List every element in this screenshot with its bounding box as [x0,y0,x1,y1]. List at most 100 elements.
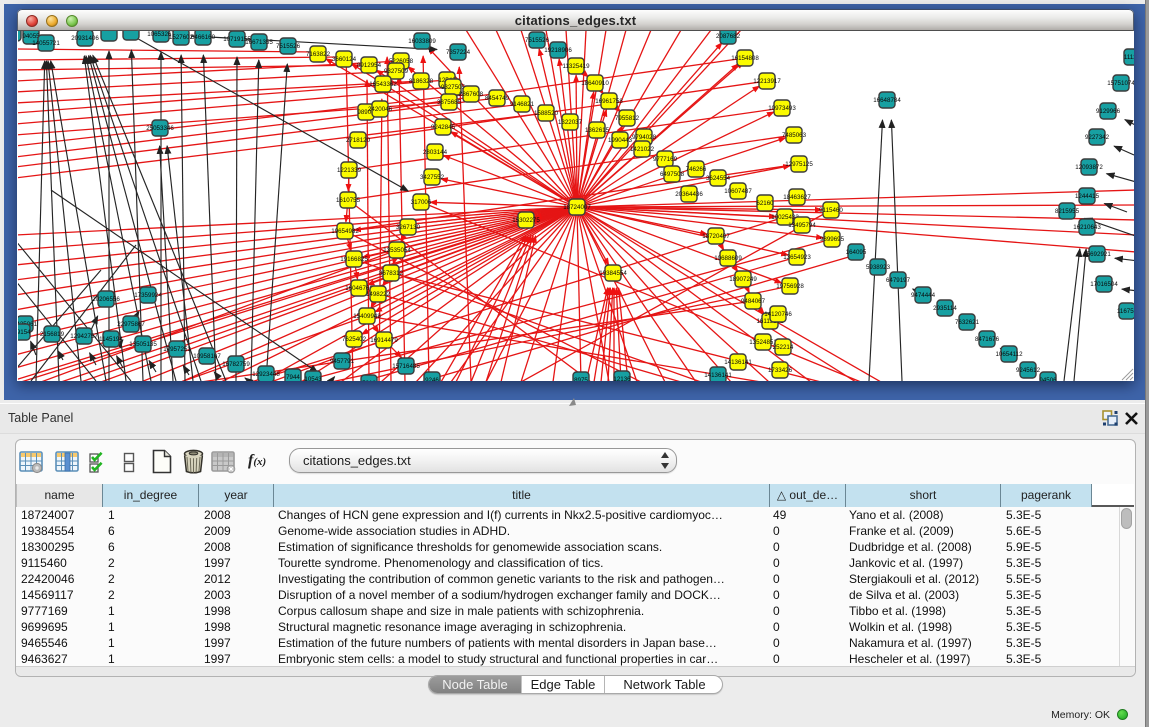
svg-text:9457791: 9457791 [330,358,355,365]
svg-text:12942757: 12942757 [70,333,98,340]
svg-text:7163822: 7163822 [306,51,331,58]
svg-text:2156819: 2156819 [40,331,65,338]
svg-text:8454749: 8454749 [485,95,510,102]
svg-text:6497508: 6497508 [660,171,685,178]
svg-text:8186328: 8186328 [409,78,434,85]
svg-text:1498222: 1498222 [366,291,391,298]
svg-text:16914479: 16914479 [370,337,398,344]
svg-text:2718120: 2718120 [346,137,371,144]
svg-text:14055721: 14055721 [32,40,60,47]
svg-text:8975: 8975 [574,377,588,381]
svg-text:11325419: 11325419 [562,63,590,70]
svg-text:8215955: 8215955 [1055,208,1080,215]
svg-text:2420046: 2420046 [368,106,393,113]
svg-text:5938923: 5938923 [866,264,891,271]
svg-text:7955812: 7955812 [615,115,640,122]
svg-text:15716485: 15716485 [392,363,420,370]
svg-text:10607487: 10607487 [724,188,752,195]
svg-text:9246: 9246 [425,377,439,381]
svg-text:16671355: 16671355 [245,39,273,46]
svg-text:1990443: 1990443 [608,137,633,144]
svg-text:16210643: 16210643 [1073,224,1101,231]
svg-text:1221339: 1221339 [337,167,362,174]
svg-text:3624554: 3624554 [706,175,731,182]
svg-text:2087682: 2087682 [716,33,741,40]
svg-text:39154: 39154 [18,329,31,336]
svg-text:2935114: 2935114 [933,305,957,312]
svg-text:1610755: 1610755 [336,197,361,204]
svg-text:9794028: 9794028 [632,134,657,141]
svg-text:18724007: 18724007 [563,204,591,211]
svg-text:16782759: 16782759 [222,361,250,368]
svg-text:9327509: 9327509 [384,68,409,75]
svg-text:3267130: 3267130 [396,224,421,231]
svg-text:18640910: 18640910 [581,80,609,87]
svg-text:8471676: 8471676 [975,336,1000,343]
svg-text:1527602: 1527602 [169,34,194,41]
svg-text:10973493: 10973493 [768,105,796,112]
svg-text:19654982: 19654982 [331,228,359,235]
svg-text:164095: 164095 [846,249,867,256]
svg-text:22975867: 22975867 [117,321,145,328]
svg-text:9146821: 9146821 [510,101,535,108]
svg-text:16961758: 16961758 [595,98,623,105]
svg-text:9484067: 9484067 [741,298,766,305]
svg-text:7357224: 7357224 [446,49,471,56]
svg-text:19384554: 19384554 [599,270,627,277]
svg-text:317006: 317006 [411,199,432,206]
svg-text:17957253: 17957253 [163,346,191,353]
svg-text:19166825: 19166825 [340,256,368,263]
svg-text:1145194: 1145194 [99,336,123,343]
svg-text:15692921: 15692921 [1083,251,1111,258]
svg-text:7944: 7944 [286,374,300,381]
svg-text:19218906: 19218906 [544,47,572,54]
svg-text:9327505: 9327505 [441,84,466,91]
svg-text:13505135: 13505135 [129,341,157,348]
svg-text:12093872: 12093872 [1075,164,1103,171]
svg-text:9115460: 9115460 [819,207,843,214]
svg-text:12975125: 12975125 [785,161,813,168]
svg-text:14136141: 14136141 [704,372,732,379]
svg-text:1362615: 1362615 [585,127,610,134]
svg-text:11124: 11124 [1124,54,1134,61]
svg-text:3427552: 3427552 [420,174,445,181]
svg-text:116753: 116753 [1117,308,1134,315]
svg-text:10958107: 10958107 [193,353,221,360]
svg-text:7485063: 7485063 [782,132,807,139]
svg-text:15302275: 15302275 [512,217,540,224]
svg-text:10543: 10543 [304,376,322,381]
svg-text:8912954: 8912954 [357,62,382,69]
svg-text:12136: 12136 [613,376,631,381]
svg-text:13495794: 13495794 [788,222,816,229]
svg-text:6466160: 6466160 [191,34,216,41]
svg-text:3875685: 3875685 [437,99,462,106]
svg-text:9777169: 9777169 [653,156,678,163]
svg-text:18463627: 18463627 [783,194,811,201]
svg-text:1322037: 1322037 [558,119,583,126]
svg-text:10654112: 10654112 [995,351,1023,358]
svg-text:13654923: 13654923 [783,254,811,261]
svg-text:9245612: 9245612 [1016,367,1041,374]
svg-text:16033809: 16033809 [408,38,436,45]
svg-text:252214: 252214 [773,344,794,351]
svg-text:16154808: 16154808 [731,55,759,62]
svg-text:9227342: 9227342 [1085,134,1110,141]
svg-text:12213917: 12213917 [753,78,781,85]
svg-text:7515526: 7515526 [276,43,301,50]
svg-text:15409948: 15409948 [353,313,381,320]
svg-text:17359924: 17359924 [134,292,162,299]
svg-text:1733426: 1733426 [768,367,793,374]
svg-text:7515526: 7515526 [525,37,550,44]
svg-text:18907249: 18907249 [729,276,757,283]
svg-text:1421022: 1421022 [630,146,655,153]
svg-text:13535054: 13535054 [383,247,411,254]
svg-text:5216: 5216 [362,380,376,381]
svg-text:62160: 62160 [756,200,774,207]
svg-text:14120746: 14120746 [764,311,792,318]
svg-text:16543362: 16543362 [369,81,397,88]
svg-text:8678312: 8678312 [379,270,404,277]
svg-text:25053346: 25053346 [146,125,174,132]
svg-text:94506: 94506 [1039,377,1057,381]
svg-text:20206556: 20206556 [92,296,120,303]
svg-text:1244415: 1244415 [1075,193,1100,200]
